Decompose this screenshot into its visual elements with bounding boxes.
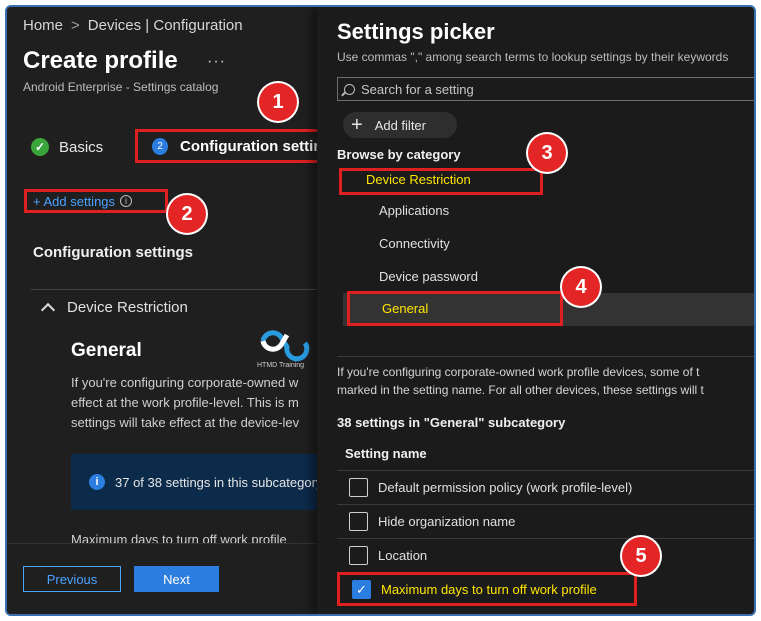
add-settings-link[interactable]: + Add settings i xyxy=(24,189,168,213)
description-line: settings will take effect at the device-… xyxy=(71,415,300,430)
wizard-footer: Previous Next xyxy=(7,543,317,614)
tab-configuration-settings[interactable]: 2 Configuration settings xyxy=(135,129,343,163)
info-icon: i xyxy=(89,474,105,490)
search-hint: Use commas "," among search terms to loo… xyxy=(337,50,729,64)
breadcrumb-section[interactable]: Devices | Configuration xyxy=(88,17,243,34)
category-device-restriction[interactable]: Device Restriction xyxy=(339,168,543,195)
device-restriction-group-label: Device Restriction xyxy=(67,299,188,316)
previous-button[interactable]: Previous xyxy=(23,566,121,592)
tab-basics[interactable]: ✓ Basics xyxy=(31,138,103,156)
callout-badge: 4 xyxy=(562,268,600,306)
column-header-setting-name: Setting name xyxy=(345,446,427,461)
checkbox[interactable] xyxy=(349,546,368,565)
tab-configuration-label: Configuration settings xyxy=(180,137,340,155)
device-restriction-group-toggle[interactable]: Device Restriction xyxy=(40,299,188,318)
more-options-icon[interactable]: ··· xyxy=(207,53,226,71)
search-icon xyxy=(344,83,355,95)
info-banner-text: 37 of 38 settings in this subcategory xyxy=(115,474,317,490)
subcategory-device-password[interactable]: Device password xyxy=(379,269,478,284)
logo-caption: HTMD Training xyxy=(257,362,305,369)
setting-row[interactable]: Location xyxy=(337,538,754,572)
setting-row-label: Maximum days to turn off work profile xyxy=(381,581,597,597)
breadcrumb-home[interactable]: Home xyxy=(23,17,63,34)
setting-row[interactable]: Hide organization name xyxy=(337,504,754,538)
subgroup-description: If you're configuring corporate-owned w … xyxy=(71,373,317,433)
callout-badge: 3 xyxy=(528,134,566,172)
callout-badge: 5 xyxy=(622,537,660,575)
description-line: marked in the setting name. For all othe… xyxy=(337,383,704,397)
add-filter-label: Add filter xyxy=(374,117,426,133)
subcategory-general[interactable]: General xyxy=(347,291,563,326)
search-input[interactable] xyxy=(361,81,741,97)
next-button[interactable]: Next xyxy=(134,566,219,592)
checked-checkbox-icon[interactable]: ✓ xyxy=(352,579,371,599)
checkbox[interactable] xyxy=(349,478,368,497)
chevron-up-icon xyxy=(40,302,56,318)
description-line: If you're configuring corporate-owned wo… xyxy=(337,365,700,379)
page-subtitle: Android Enterprise - Settings catalog xyxy=(23,80,219,94)
browse-by-category-heading: Browse by category xyxy=(337,147,461,162)
info-icon[interactable]: i xyxy=(120,195,133,207)
wizard-steps: ✓ Basics 2 Configuration settings xyxy=(31,129,343,163)
check-icon: ✓ xyxy=(31,138,49,156)
subcategory-applications[interactable]: Applications xyxy=(379,203,449,218)
divider xyxy=(337,356,754,357)
settings-picker-panel: Settings picker Use commas "," among sea… xyxy=(317,7,754,614)
add-filter-button[interactable]: + Add filter xyxy=(343,112,457,138)
search-box[interactable] xyxy=(337,77,754,101)
settings-picker-title: Settings picker xyxy=(337,19,495,44)
settings-count-heading: 38 settings in "General" subcategory xyxy=(337,415,566,430)
breadcrumb-separator: > xyxy=(71,17,80,34)
callout-badge: 2 xyxy=(168,195,206,233)
checkbox[interactable] xyxy=(349,512,368,531)
tab-basics-label: Basics xyxy=(59,138,104,156)
setting-row-label: Location xyxy=(378,548,428,563)
page-title: Create profile xyxy=(23,47,178,74)
add-settings-label: + Add settings xyxy=(33,193,116,209)
setting-row[interactable]: Default permission policy (work profile-… xyxy=(337,470,754,504)
description-line: If you're configuring corporate-owned w xyxy=(71,375,299,390)
description-line: effect at the work profile-level. This i… xyxy=(71,395,299,410)
subcategory-connectivity[interactable]: Connectivity xyxy=(379,236,450,251)
setting-row-label: Hide organization name xyxy=(378,514,516,529)
screenshot-frame: Home > Devices | Configuration Create prof… xyxy=(5,5,756,616)
setting-row-selected[interactable]: ✓ Maximum days to turn off work profile xyxy=(337,572,637,606)
plus-icon: + xyxy=(351,114,363,136)
info-banner: i 37 of 38 settings in this subcategory xyxy=(71,454,317,510)
general-subgroup-title: General xyxy=(71,340,142,361)
setting-row-label: Default permission policy (work profile-… xyxy=(378,480,633,495)
subcategory-description: If you're configuring corporate-owned wo… xyxy=(337,363,754,399)
step-number-icon: 2 xyxy=(152,137,168,155)
divider xyxy=(31,289,317,290)
callout-badge: 1 xyxy=(259,83,297,121)
breadcrumb: Home > Devices | Configuration xyxy=(23,17,243,34)
configuration-settings-heading: Configuration settings xyxy=(33,244,193,261)
